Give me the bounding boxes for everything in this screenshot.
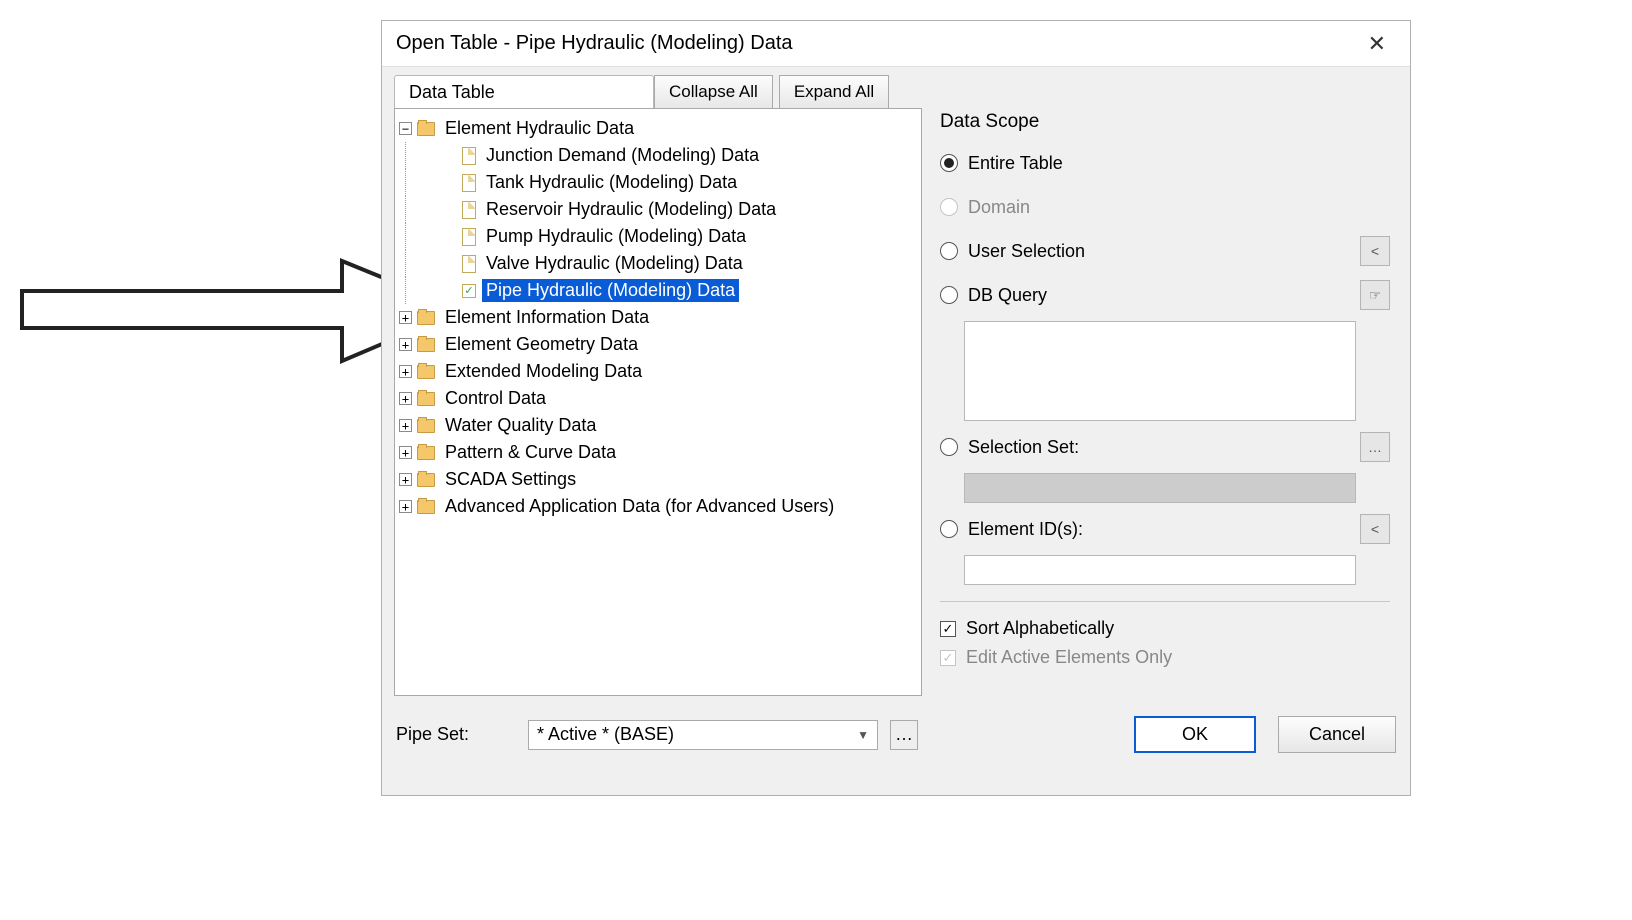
folder-icon <box>417 419 435 433</box>
expand-toggle-icon[interactable]: + <box>399 500 412 513</box>
element-ids-input[interactable] <box>964 555 1356 585</box>
tree-node-child[interactable]: Pump Hydraulic (Modeling) Data <box>399 223 917 250</box>
tree-node-sibling[interactable]: + Element Geometry Data <box>399 331 917 358</box>
radio-user-selection[interactable] <box>940 242 958 260</box>
radio-label: Element ID(s): <box>968 519 1083 540</box>
radio-db-query[interactable] <box>940 286 958 304</box>
tree-label: Control Data <box>441 387 550 410</box>
radio-label: Entire Table <box>968 153 1063 174</box>
tree-label: Advanced Application Data (for Advanced … <box>441 495 838 518</box>
selection-set-dropdown[interactable] <box>964 473 1356 503</box>
scope-title: Data Scope <box>940 109 1390 137</box>
radio-label: DB Query <box>968 285 1047 306</box>
folder-icon <box>417 311 435 325</box>
folder-icon <box>417 392 435 406</box>
tree-node-sibling[interactable]: + Element Information Data <box>399 304 917 331</box>
cancel-button[interactable]: Cancel <box>1278 716 1396 753</box>
close-icon[interactable]: ✕ <box>1358 27 1396 61</box>
titlebar: Open Table - Pipe Hydraulic (Modeling) D… <box>382 21 1410 67</box>
page-icon <box>462 201 476 219</box>
open-table-dialog: Open Table - Pipe Hydraulic (Modeling) D… <box>381 20 1411 796</box>
page-icon <box>462 174 476 192</box>
tree-node-sibling[interactable]: + SCADA Settings <box>399 466 917 493</box>
footer-row: Pipe Set: * Active * (BASE) ▼ … OK Cance… <box>382 708 1410 753</box>
radio-entire-table[interactable] <box>940 154 958 172</box>
selection-set-browse-button[interactable]: … <box>1360 432 1390 462</box>
pipe-set-browse-button[interactable]: … <box>890 720 918 750</box>
folder-icon <box>417 473 435 487</box>
folder-icon <box>417 446 435 460</box>
tree-label: Valve Hydraulic (Modeling) Data <box>482 252 747 275</box>
tree-label-selected: Pipe Hydraulic (Modeling) Data <box>482 279 739 302</box>
tree-node-child[interactable]: Junction Demand (Modeling) Data <box>399 142 917 169</box>
tree-label: Pattern & Curve Data <box>441 441 620 464</box>
radio-domain <box>940 198 958 216</box>
folder-icon <box>417 500 435 514</box>
checkbox-sort-alpha[interactable] <box>940 621 956 637</box>
select-elements-button[interactable]: < <box>1360 236 1390 266</box>
folder-icon <box>417 365 435 379</box>
tree-node-sibling[interactable]: + Pattern & Curve Data <box>399 439 917 466</box>
page-icon <box>462 147 476 165</box>
tree-label: Element Information Data <box>441 306 653 329</box>
tree-node-sibling[interactable]: + Control Data <box>399 385 917 412</box>
toolbar-row: Data Table Collapse All Expand All <box>382 67 1410 109</box>
tree-label: Tank Hydraulic (Modeling) Data <box>482 171 741 194</box>
expand-toggle-icon[interactable]: + <box>399 419 412 432</box>
collapse-all-button[interactable]: Collapse All <box>654 75 773 109</box>
tree-label: Extended Modeling Data <box>441 360 646 383</box>
expand-toggle-icon[interactable]: + <box>399 392 412 405</box>
divider <box>940 601 1390 602</box>
ok-button[interactable]: OK <box>1134 716 1256 753</box>
radio-label: Domain <box>968 197 1030 218</box>
expand-all-button[interactable]: Expand All <box>779 75 889 109</box>
check-icon: ✓ <box>462 284 476 298</box>
tree-node-child[interactable]: Tank Hydraulic (Modeling) Data <box>399 169 917 196</box>
tree-panel[interactable]: − Element Hydraulic Data Junction Demand… <box>394 108 922 696</box>
data-scope-panel: Data Scope Entire Table Domain User Sele… <box>940 109 1390 696</box>
checkbox-edit-active <box>940 650 956 666</box>
expand-toggle-icon[interactable]: + <box>399 473 412 486</box>
radio-label: Selection Set: <box>968 437 1079 458</box>
dialog-title: Open Table - Pipe Hydraulic (Modeling) D… <box>396 32 793 55</box>
radio-element-ids[interactable] <box>940 520 958 538</box>
tree-label: Water Quality Data <box>441 414 600 437</box>
tree-label: Element Geometry Data <box>441 333 642 356</box>
expand-toggle-icon[interactable]: + <box>399 338 412 351</box>
tree-node-root[interactable]: − Element Hydraulic Data <box>399 115 917 142</box>
checkbox-label: Edit Active Elements Only <box>966 647 1172 668</box>
tree-node-sibling[interactable]: + Extended Modeling Data <box>399 358 917 385</box>
tree-node-child[interactable]: Valve Hydraulic (Modeling) Data <box>399 250 917 277</box>
folder-icon <box>417 338 435 352</box>
combo-value: * Active * (BASE) <box>537 724 674 745</box>
db-query-picker-button[interactable]: ☞ <box>1360 280 1390 310</box>
tree-label: Junction Demand (Modeling) Data <box>482 144 763 167</box>
tree-node-selected[interactable]: ✓ Pipe Hydraulic (Modeling) Data <box>399 277 917 304</box>
tree-node-child[interactable]: Reservoir Hydraulic (Modeling) Data <box>399 196 917 223</box>
radio-label: User Selection <box>968 241 1085 262</box>
collapse-toggle-icon[interactable]: − <box>399 122 412 135</box>
pipe-set-combo[interactable]: * Active * (BASE) ▼ <box>528 720 878 750</box>
tree-node-sibling[interactable]: + Water Quality Data <box>399 412 917 439</box>
expand-toggle-icon[interactable]: + <box>399 446 412 459</box>
tree-label: SCADA Settings <box>441 468 580 491</box>
element-id-picker-button[interactable]: < <box>1360 514 1390 544</box>
page-icon <box>462 228 476 246</box>
chevron-down-icon: ▼ <box>857 728 869 742</box>
tree-label: Pump Hydraulic (Modeling) Data <box>482 225 750 248</box>
page-icon <box>462 255 476 273</box>
checkbox-label: Sort Alphabetically <box>966 618 1114 639</box>
data-table-label: Data Table <box>394 75 654 109</box>
db-query-textarea[interactable] <box>964 321 1356 421</box>
expand-toggle-icon[interactable]: + <box>399 365 412 378</box>
tree-label-root: Element Hydraulic Data <box>441 117 638 140</box>
folder-icon <box>417 122 435 136</box>
tree-node-sibling[interactable]: + Advanced Application Data (for Advance… <box>399 493 917 520</box>
pipe-set-label: Pipe Set: <box>396 724 516 745</box>
expand-toggle-icon[interactable]: + <box>399 311 412 324</box>
radio-selection-set[interactable] <box>940 438 958 456</box>
tree-label: Reservoir Hydraulic (Modeling) Data <box>482 198 780 221</box>
